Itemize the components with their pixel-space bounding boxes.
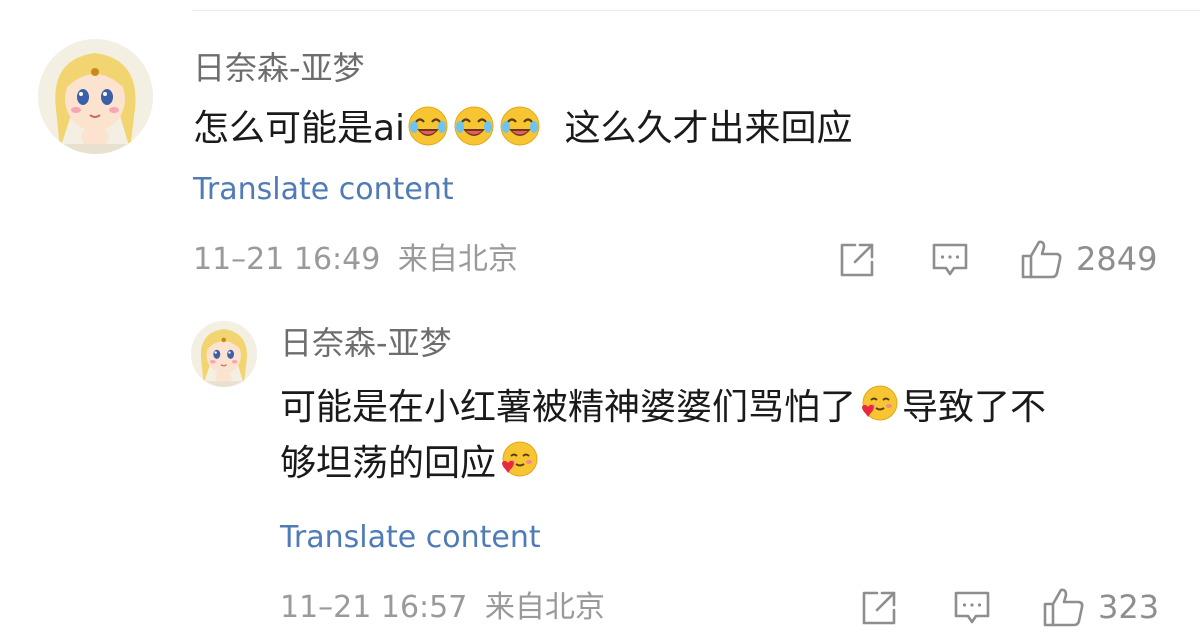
like-count: 2849 (1076, 240, 1158, 278)
laugh-cry-emoji (407, 105, 449, 147)
reply-location: 来自北京 (484, 590, 605, 625)
reply-meta: 11–21 16:57 来自北京 (280, 593, 605, 623)
top-divider (192, 10, 1200, 11)
avatar[interactable] (191, 321, 257, 387)
translate-content-link[interactable]: Translate content (193, 175, 454, 205)
reply-button[interactable] (952, 589, 992, 627)
reply-text-part3: 够坦荡的回应 (280, 443, 497, 484)
comment-text-before: 怎么可能是ai (193, 108, 406, 149)
laugh-cry-emoji (453, 105, 495, 147)
reply-text-line1: 可能是在小红薯被精神婆婆们骂怕了 导致了不 (280, 380, 1046, 436)
comment-timestamp: 11–21 16:49 (193, 242, 381, 277)
comment-meta: 11–21 16:49 来自北京 (193, 245, 518, 275)
shy-heart-emoji (858, 384, 900, 426)
translate-content-link[interactable]: Translate content (280, 523, 541, 553)
reply-text-part2: 导致了不 (902, 387, 1047, 428)
share-icon (840, 243, 874, 277)
avatar[interactable] (38, 39, 153, 154)
comment-icon (954, 591, 990, 624)
share-button[interactable] (860, 589, 898, 627)
share-icon (862, 591, 896, 625)
laugh-cry-emoji (499, 105, 541, 147)
reply-timestamp: 11–21 16:57 (280, 590, 468, 625)
comment-username[interactable]: 日奈森-亚梦 (193, 52, 365, 84)
comment-text-after: 这么久才出来回应 (564, 108, 853, 149)
like-count: 323 (1098, 588, 1160, 626)
share-button[interactable] (838, 241, 876, 279)
comment-icon (932, 243, 968, 276)
comment-location: 来自北京 (397, 242, 518, 277)
reply-username[interactable]: 日奈森-亚梦 (280, 327, 452, 359)
reply-button[interactable] (930, 241, 970, 279)
thumbs-up-icon (1043, 588, 1084, 627)
comment-text: 怎么可能是ai 这么久才出来回应 (193, 101, 853, 157)
reply-text-part1: 可能是在小红薯被精神婆婆们骂怕了 (280, 387, 857, 428)
like-button[interactable]: 323 (1042, 586, 1159, 628)
like-button[interactable]: 2849 (1020, 238, 1157, 280)
thumbs-up-icon (1021, 240, 1062, 279)
reply-text-line2: 够坦荡的回应 (280, 436, 542, 492)
shy-heart-emoji (498, 440, 540, 482)
